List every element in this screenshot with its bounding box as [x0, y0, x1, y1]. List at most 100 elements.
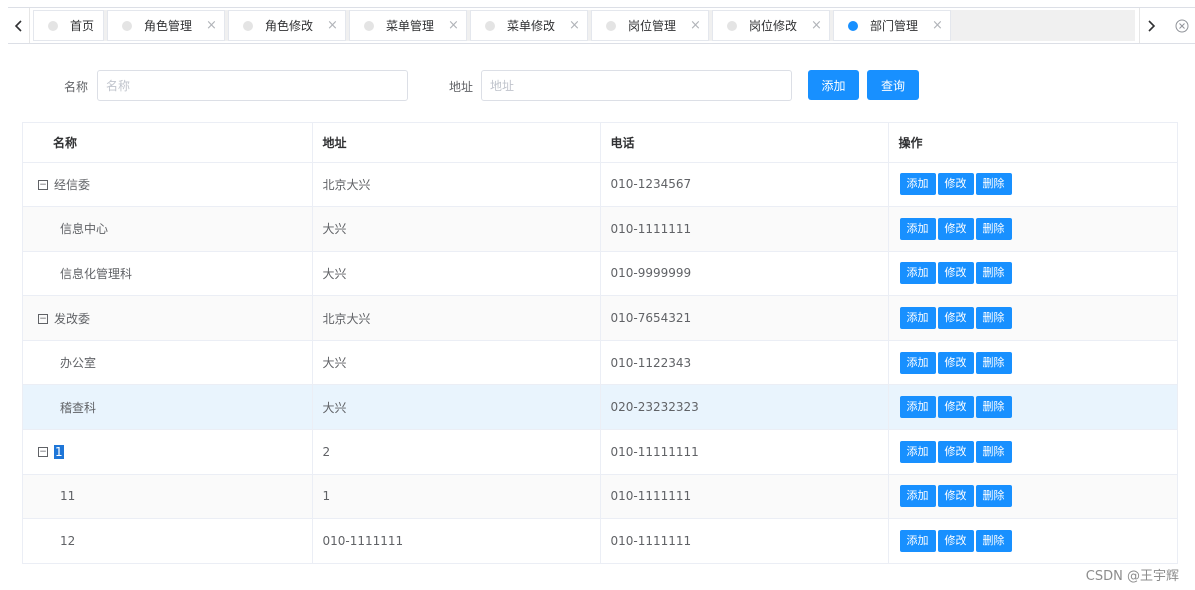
row-add-button[interactable]: 添加: [899, 440, 936, 463]
row-delete-button[interactable]: 删除: [975, 307, 1012, 330]
row-edit-button[interactable]: 修改: [937, 262, 974, 285]
collapse-icon[interactable]: −: [38, 447, 48, 458]
tab-status-dot: [243, 20, 253, 31]
tab-home[interactable]: 首页: [33, 10, 104, 41]
tab-close-icon[interactable]: ×: [327, 18, 338, 33]
tab-role-management[interactable]: 角色管理 ×: [107, 10, 225, 41]
name-cell: 12: [23, 518, 313, 564]
address-filter-input[interactable]: [481, 70, 792, 101]
row-add-button[interactable]: 添加: [899, 351, 936, 374]
ops-cell: 添加 修改 删除: [888, 384, 1177, 431]
tab-label: 菜单修改: [507, 19, 556, 33]
row-edit-button[interactable]: 修改: [937, 530, 974, 553]
row-add-button[interactable]: 添加: [899, 485, 936, 508]
tab-post-edit[interactable]: 岗位修改 ×: [712, 10, 830, 41]
row-edit-button[interactable]: 修改: [937, 485, 974, 508]
name-filter-label: 名称: [64, 80, 89, 94]
address-cell: 北京大兴: [312, 295, 601, 341]
tab-close-icon[interactable]: ×: [932, 18, 943, 33]
tab-post-management[interactable]: 岗位管理 ×: [591, 10, 709, 41]
tab-label: 首页: [70, 19, 95, 33]
name-cell: − 经信委: [23, 162, 313, 208]
table-row[interactable]: 办公室 大兴 010-1122343 添加 修改 删除: [23, 340, 1177, 386]
address-cell: 2: [312, 429, 601, 475]
row-add-button[interactable]: 添加: [899, 396, 936, 419]
row-delete-button[interactable]: 删除: [975, 485, 1012, 508]
table-row[interactable]: − 发改委 北京大兴 010-7654321 添加 修改 删除: [23, 295, 1177, 341]
table-row[interactable]: 稽查科 大兴 020-23232323 添加 修改 删除: [23, 384, 1177, 431]
table-header-row: 名称 地址 电话 操作: [23, 123, 1177, 163]
phone-cell: 010-9999999: [600, 251, 889, 297]
tab-status-dot: [606, 20, 616, 31]
collapse-icon[interactable]: −: [38, 180, 48, 191]
tab-close-icon[interactable]: ×: [206, 18, 217, 33]
row-delete-button[interactable]: 删除: [975, 351, 1012, 374]
name-cell: −1: [23, 429, 313, 475]
row-add-button[interactable]: 添加: [899, 307, 936, 330]
name-filter-input[interactable]: [97, 70, 408, 101]
tab-close-icon[interactable]: ×: [569, 18, 580, 33]
row-edit-button[interactable]: 修改: [937, 173, 974, 196]
address-cell: 大兴: [312, 206, 601, 252]
name-cell: 办公室: [23, 340, 313, 386]
phone-cell: 020-23232323: [600, 384, 889, 431]
ops-cell: 添加 修改 删除: [888, 251, 1177, 297]
query-button[interactable]: 查询: [867, 70, 919, 100]
row-edit-button[interactable]: 修改: [937, 351, 974, 374]
row-edit-button[interactable]: 修改: [937, 440, 974, 463]
tab-label: 岗位修改: [749, 19, 798, 33]
row-edit-button[interactable]: 修改: [937, 307, 974, 330]
tab-menu-management[interactable]: 菜单管理 ×: [349, 10, 467, 41]
table-row[interactable]: 信息中心 大兴 010-1111111 添加 修改 删除: [23, 206, 1177, 252]
row-delete-button[interactable]: 删除: [975, 217, 1012, 240]
phone-cell: 010-1122343: [600, 340, 889, 386]
row-add-button[interactable]: 添加: [899, 262, 936, 285]
ops-cell: 添加 修改 删除: [888, 340, 1177, 386]
table-row[interactable]: 信息化管理科 大兴 010-9999999 添加 修改 删除: [23, 251, 1177, 297]
row-add-button[interactable]: 添加: [899, 173, 936, 196]
watermark: CSDN @王宇辉: [1085, 569, 1179, 584]
column-header-address: 地址: [312, 123, 601, 163]
row-edit-button[interactable]: 修改: [937, 217, 974, 240]
row-delete-button[interactable]: 删除: [975, 440, 1012, 463]
tab-label: 岗位管理: [628, 19, 677, 33]
table-row[interactable]: 11 1 010-1111111 添加 修改 删除: [23, 474, 1177, 520]
ops-cell: 添加 修改 删除: [888, 162, 1177, 208]
tab-status-dot: [848, 20, 858, 31]
tab-status-dot: [122, 20, 132, 31]
tab-menu-edit[interactable]: 菜单修改 ×: [470, 10, 588, 41]
tab-status-dot: [727, 20, 737, 31]
table-row[interactable]: − 经信委 北京大兴 010-1234567 添加 修改 删除: [23, 162, 1177, 208]
ops-cell: 添加 修改 删除: [888, 474, 1177, 520]
tab-close-icon[interactable]: ×: [448, 18, 459, 33]
address-filter-label: 地址: [449, 80, 474, 94]
ops-cell: 添加 修改 删除: [888, 295, 1177, 341]
ops-cell: 添加 修改 删除: [888, 429, 1177, 475]
row-delete-button[interactable]: 删除: [975, 396, 1012, 419]
phone-cell: 010-1111111: [600, 206, 889, 252]
tab-scroll-left-icon[interactable]: [8, 8, 30, 43]
table-row[interactable]: 12 010-1111111 010-1111111 添加 修改 删除: [23, 518, 1177, 564]
tab-department-management[interactable]: 部门管理 ×: [833, 10, 951, 41]
add-button[interactable]: 添加: [808, 70, 859, 100]
row-delete-button[interactable]: 删除: [975, 530, 1012, 553]
table-row[interactable]: −1 2 010-11111111 添加 修改 删除: [23, 429, 1177, 475]
tab-label: 菜单管理: [386, 19, 435, 33]
tab-label: 角色修改: [265, 19, 314, 33]
tab-role-edit[interactable]: 角色修改 ×: [228, 10, 346, 41]
ops-cell: 添加 修改 删除: [888, 206, 1177, 252]
tab-bar: 首页 角色管理 × 角色修改 × 菜单管理 × 菜单修改 × 岗位管理 × 岗位…: [8, 7, 1195, 44]
tab-close-icon[interactable]: ×: [811, 18, 822, 33]
row-add-button[interactable]: 添加: [899, 530, 936, 553]
row-add-button[interactable]: 添加: [899, 217, 936, 240]
collapse-icon[interactable]: −: [38, 314, 48, 325]
tab-scroll-right-icon[interactable]: [1139, 8, 1161, 43]
row-delete-button[interactable]: 删除: [975, 173, 1012, 196]
row-delete-button[interactable]: 删除: [975, 262, 1012, 285]
close-all-tabs-icon[interactable]: [1168, 8, 1195, 43]
tab-close-icon[interactable]: ×: [690, 18, 701, 33]
column-header-phone: 电话: [600, 123, 889, 163]
row-edit-button[interactable]: 修改: [937, 396, 974, 419]
tab-status-dot: [364, 20, 374, 31]
tab-strip: 首页 角色管理 × 角色修改 × 菜单管理 × 菜单修改 × 岗位管理 × 岗位…: [33, 10, 1135, 41]
